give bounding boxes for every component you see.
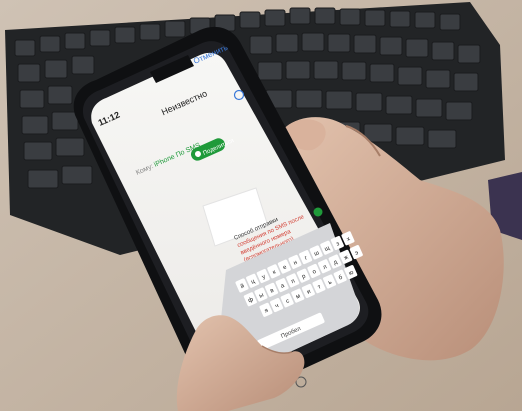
send-button[interactable]: [313, 207, 323, 217]
photo-scene: 11:12 Неизвестно Отменить Кому: iPhone П…: [0, 0, 522, 411]
